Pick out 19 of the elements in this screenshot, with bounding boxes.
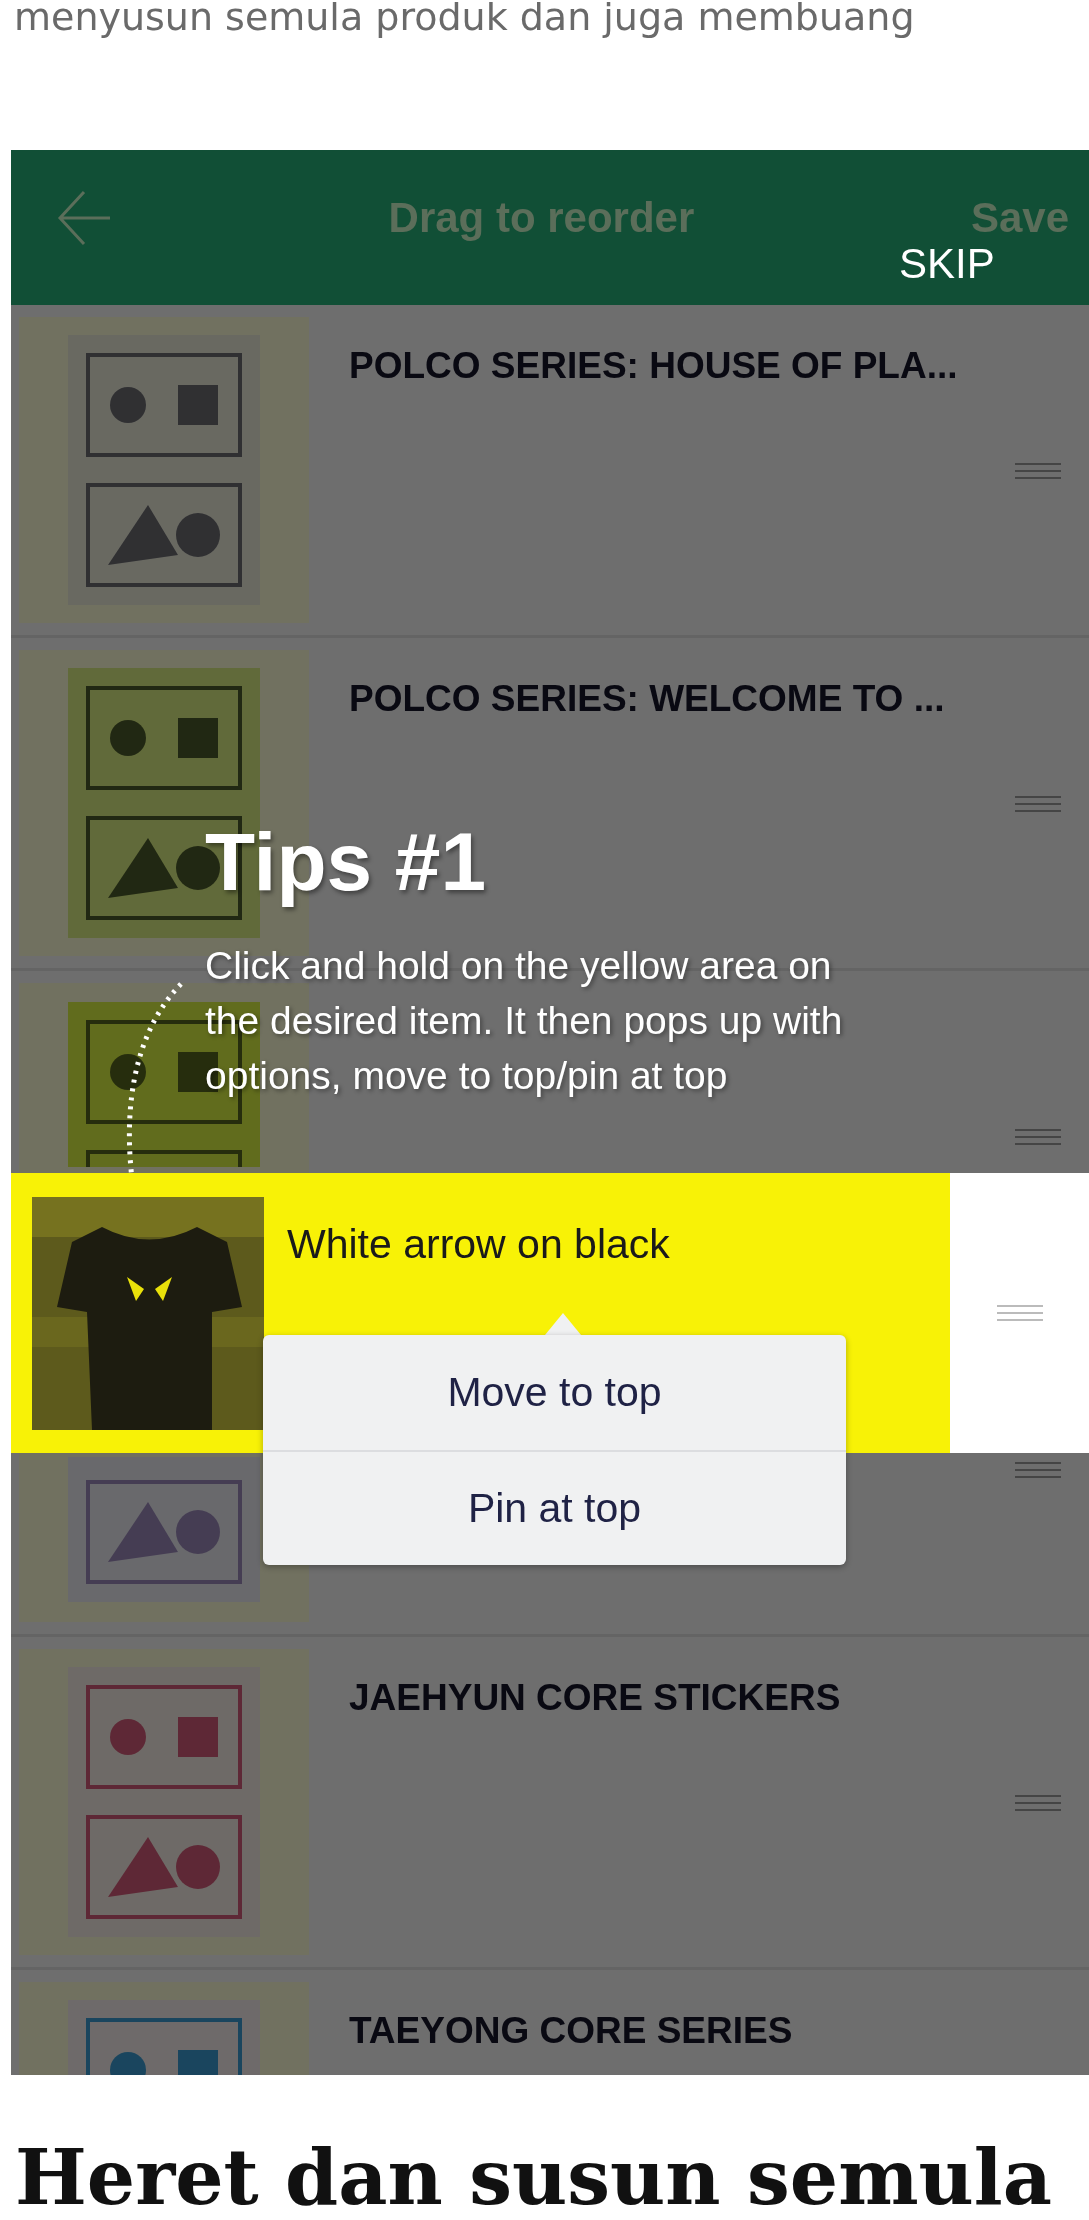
product-title: POLCO SERIES: HOUSE OF PLA... — [349, 345, 958, 387]
screen-title: Drag to reorder — [387, 193, 696, 242]
drag-handle-icon[interactable] — [1015, 1793, 1061, 1813]
drag-handle-icon[interactable] — [996, 1303, 1043, 1323]
skip-button[interactable]: SKIP — [899, 240, 995, 288]
drag-handle-icon[interactable] — [1015, 461, 1061, 481]
product-title: TAEYONG CORE SERIES — [349, 2010, 793, 2052]
item-title: White arrow on black — [287, 1221, 670, 1268]
product-title: POLCO SERIES: WELCOME TO ... — [349, 678, 945, 720]
drag-handle-icon[interactable] — [1015, 1460, 1061, 1480]
menu-item[interactable]: Move to top — [263, 1335, 846, 1450]
tip-text: Click and hold on the yellow area on the desired item. It then pops up with options, move to top/pin at top — [205, 943, 843, 1099]
menu-item[interactable]: Pin at top — [263, 1450, 846, 1565]
product-title: JAEHYUN CORE STICKERS — [349, 1677, 841, 1719]
section-heading: Heret dan susun semula — [15, 2133, 1053, 2220]
tip-title: Tips #1 — [205, 815, 487, 909]
paragraph-text: menyusun semula produk dan juga membuang — [14, 0, 916, 41]
drag-handle-icon[interactable] — [1015, 1127, 1061, 1147]
drag-handle-icon[interactable] — [1015, 794, 1061, 814]
